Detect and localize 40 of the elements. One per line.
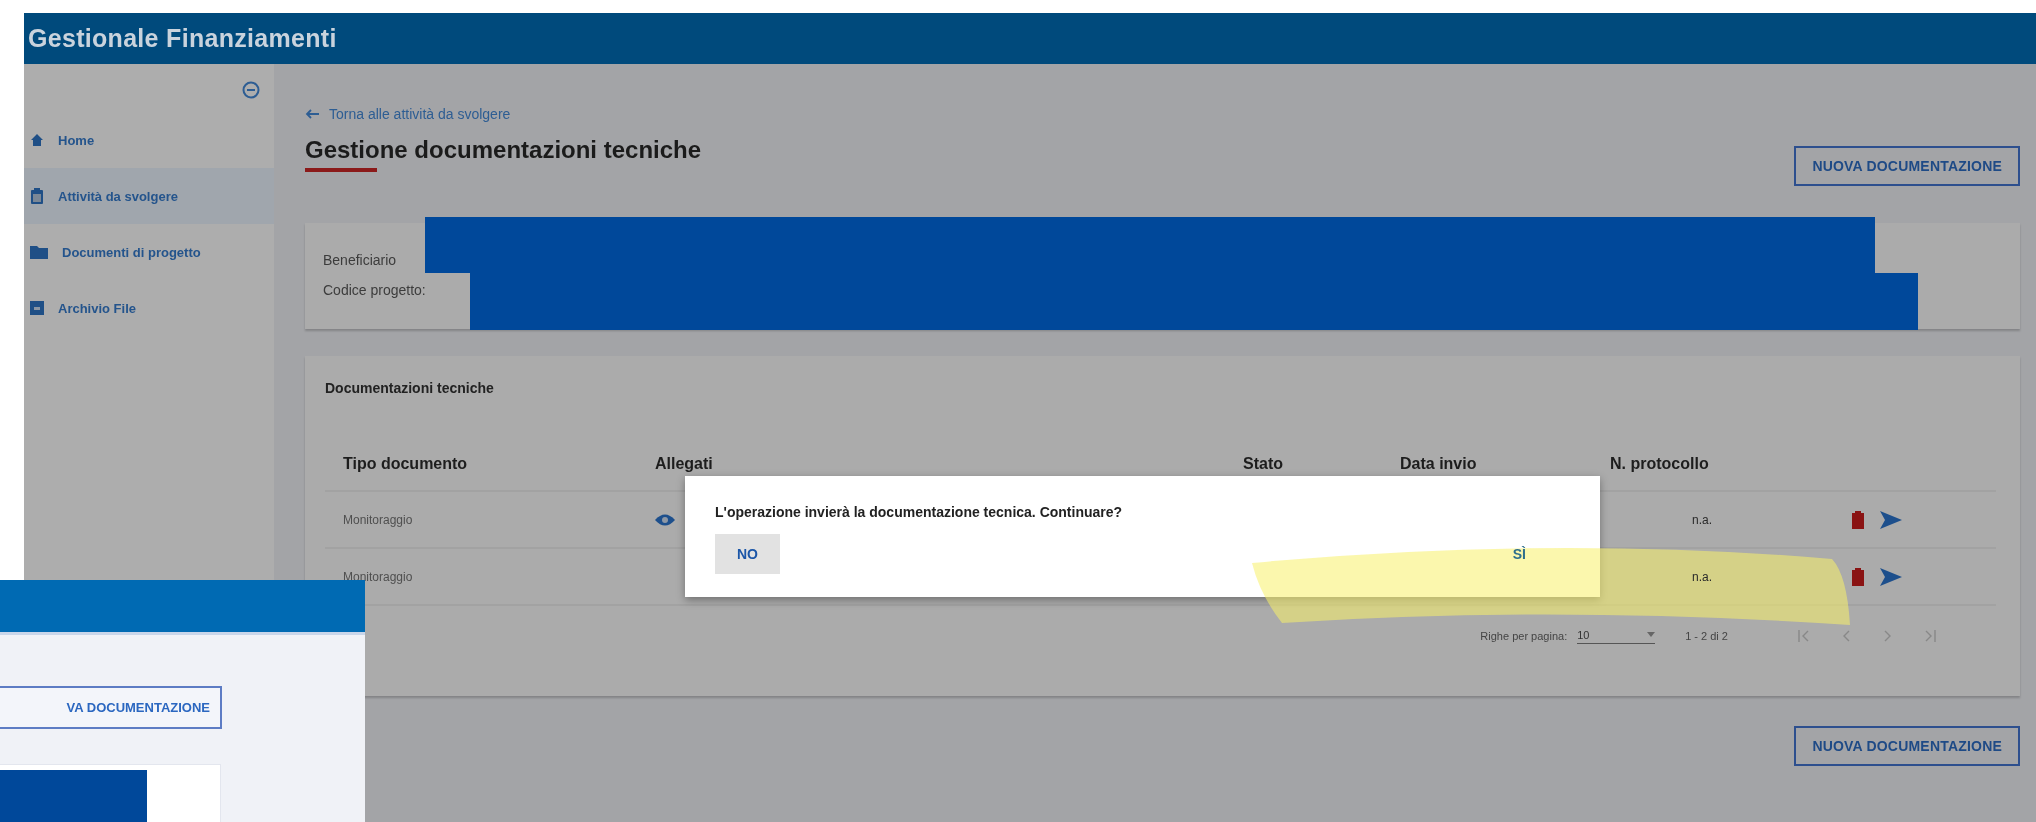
column-header: Tipo documento xyxy=(343,455,469,473)
back-link[interactable]: Torna alle attività da svolgere xyxy=(305,106,702,122)
column-header: N. protocollo xyxy=(1610,455,1710,473)
collapse-icon[interactable] xyxy=(242,81,260,99)
no-button[interactable]: NO xyxy=(715,534,780,574)
table-cell-text: n.a. xyxy=(1691,512,1712,527)
home-icon xyxy=(30,133,44,147)
table-cell-text: n.a. xyxy=(1691,569,1712,584)
page-range: 1 - 2 di 2 xyxy=(1685,630,1728,642)
table-cell-text: Monitoraggio xyxy=(343,569,414,584)
trash-icon[interactable] xyxy=(1852,510,1864,529)
field-label: Codice progetto: xyxy=(323,281,426,300)
app-title: Gestionale Finanziamenti xyxy=(28,24,337,53)
sidebar-item[interactable]: Archivio File xyxy=(24,280,274,336)
clipboard-icon xyxy=(30,188,44,204)
new-documentation-button[interactable]: NUOVA DOCUMENTAZIONE xyxy=(1794,726,2020,766)
yes-button[interactable]: SÌ xyxy=(1504,538,1534,570)
caret-icon xyxy=(1647,632,1656,637)
back-arrow-icon xyxy=(305,109,319,119)
column-header: Allegati xyxy=(655,455,714,473)
sidebar-item[interactable]: Attività da svolgere xyxy=(24,168,274,224)
send-icon[interactable] xyxy=(1880,567,1902,586)
field-label: Beneficiario xyxy=(323,251,397,270)
archive-icon xyxy=(30,301,44,315)
section-title: Documentazioni tecniche xyxy=(325,380,495,398)
sidebar-item[interactable]: Documenti di progetto xyxy=(24,224,274,280)
folder-icon xyxy=(30,245,48,259)
dialog-message: L'operazione invierà la documentazione tecnica. Continuare? xyxy=(715,504,1124,520)
column-header: Data invio xyxy=(1400,455,1478,473)
new-documentation-button[interactable]: NUOVA DOCUMENTAZIONE xyxy=(1794,146,2020,186)
rows-per-page-select[interactable]: 10 xyxy=(1577,628,1656,644)
column-header: Stato xyxy=(1243,455,1284,473)
trash-icon[interactable] xyxy=(1852,567,1864,586)
table-cell-text: Monitoraggio xyxy=(343,512,414,527)
rows-per-page-label: Righe per pagina: xyxy=(1480,630,1568,642)
new-documentation-button[interactable]: VA DOCUMENTAZIONE xyxy=(0,686,222,729)
sidebar-item[interactable]: Home xyxy=(24,112,274,168)
eye-icon[interactable] xyxy=(655,512,675,527)
send-icon[interactable] xyxy=(1880,510,1902,529)
page-title: Gestione documentazioni tecniche xyxy=(305,136,702,164)
